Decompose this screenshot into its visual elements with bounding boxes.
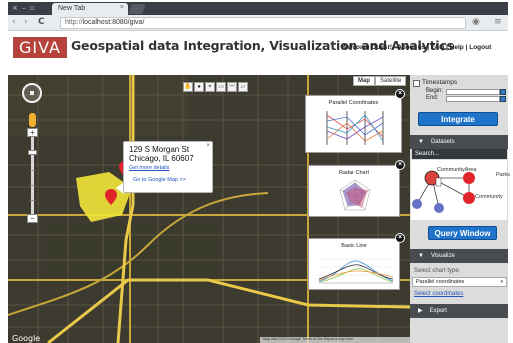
- zoom-out-button[interactable]: −: [27, 214, 38, 223]
- nav-separator: |: [446, 44, 448, 51]
- datasets-section-header[interactable]: ▼ Datasets: [410, 135, 508, 149]
- zoom-tick: [30, 185, 35, 186]
- reload-icon[interactable]: C: [38, 17, 45, 27]
- extension-icon[interactable]: ◉: [472, 17, 480, 27]
- get-more-details-link[interactable]: Get more details: [129, 165, 207, 171]
- end-date-input[interactable]: [446, 96, 500, 102]
- collapse-arrow-icon: ▼: [418, 139, 424, 145]
- back-icon[interactable]: ‹: [12, 17, 16, 27]
- section-title: Visualize: [430, 253, 455, 259]
- address-bar[interactable]: http://localhost:8080/giva/: [60, 17, 466, 29]
- export-section-header[interactable]: ▶ Export: [410, 304, 508, 318]
- timestamps-checkbox[interactable]: [413, 80, 420, 87]
- polyline-tool-icon[interactable]: 〰: [227, 82, 237, 92]
- chart-type-select[interactable]: Parallel coordinates ▾: [412, 277, 507, 287]
- end-label: End:: [426, 95, 439, 101]
- nav-separator: |: [427, 44, 430, 51]
- close-panel-icon[interactable]: ×: [395, 89, 405, 99]
- info-window-close-icon[interactable]: ×: [206, 143, 210, 149]
- zoom-tick: [30, 170, 35, 171]
- dataset-search-input[interactable]: Search...: [412, 149, 507, 159]
- close-panel-icon[interactable]: ×: [395, 160, 405, 170]
- section-title: Export: [429, 308, 447, 314]
- nav-separator: |: [465, 44, 468, 51]
- tab-title: New Tab: [58, 5, 86, 12]
- begin-date-input[interactable]: [446, 89, 500, 95]
- map-attribution: Map data ©2013 Google Terms of Use Repor…: [260, 337, 410, 343]
- tab-close-icon[interactable]: ×: [120, 4, 124, 11]
- begin-calendar-icon[interactable]: [500, 89, 506, 95]
- pan-control-icon[interactable]: [22, 83, 42, 103]
- street-view-pegman-icon[interactable]: [29, 113, 36, 127]
- collapse-arrow-icon: ▼: [418, 253, 424, 259]
- graph-label-communityarea: CommunityArea: [437, 167, 477, 173]
- begin-label: Begin:: [426, 88, 444, 94]
- integrate-button[interactable]: Integrate: [418, 112, 498, 126]
- visualize-section-header[interactable]: ▼ Visualize: [410, 249, 508, 263]
- zoom-tick: [30, 200, 35, 201]
- close-panel-icon[interactable]: ×: [395, 233, 405, 243]
- polygon-tool-icon[interactable]: ▱: [238, 82, 248, 92]
- url-scheme: http://: [65, 19, 83, 26]
- marker-tool-icon[interactable]: ●: [194, 82, 204, 92]
- panel-title: Basic Line: [341, 243, 367, 249]
- welcome-text: Welcome Guest!: [341, 44, 392, 51]
- nav-link-faq[interactable]: FAQ: [431, 44, 444, 51]
- map-info-window: 129 S Morgan St Chicago, IL 60607 Get mo…: [123, 141, 213, 193]
- drawing-toolbar: ✋ ● ⌖ ▭ 〰 ▱: [183, 82, 248, 92]
- url-host: localhost:8080/giva/: [82, 19, 145, 26]
- nav-link-logout[interactable]: Logout: [469, 44, 491, 51]
- dataset-graph[interactable]: CommunityArea Parks Community: [411, 160, 511, 220]
- map-type-satellite-button[interactable]: Satellite: [375, 76, 407, 86]
- window-controls[interactable]: × – ▫: [12, 4, 36, 12]
- parallel-coordinates-thumbnail: [326, 111, 384, 145]
- timestamps-label: Timestamps: [422, 79, 458, 86]
- zoom-slider-handle[interactable]: [28, 150, 37, 155]
- panel-title: Parallel Coordinates: [328, 100, 379, 106]
- giva-logo[interactable]: GIVA: [13, 37, 67, 58]
- google-logo[interactable]: Google: [12, 334, 40, 343]
- radar-chart-thumbnail: [339, 179, 371, 211]
- map-type-control: Map Satellite: [353, 76, 407, 86]
- graph-label-parks: Parks: [496, 172, 511, 178]
- browser-menu-icon[interactable]: ≡: [494, 17, 502, 27]
- forward-icon[interactable]: ›: [24, 17, 28, 27]
- chart-type-label: Select chart type:: [414, 268, 461, 274]
- expand-arrow-icon: ▶: [418, 308, 423, 314]
- pan-tool-icon[interactable]: ✋: [183, 82, 193, 92]
- browser-tab[interactable]: New Tab ×: [52, 3, 128, 15]
- go-to-google-map-link[interactable]: Go to Google Map >>: [129, 177, 207, 183]
- user-nav: Welcome Guest! About us | FAQ | Help | L…: [341, 44, 491, 51]
- parallel-coordinates-panel: Parallel Coordinates: [305, 95, 402, 153]
- zoom-in-button[interactable]: +: [27, 128, 38, 137]
- graph-label-community: Community: [475, 194, 503, 200]
- info-address-line2: Chicago, IL 60607: [129, 154, 194, 163]
- map-type-map-button[interactable]: Map: [353, 76, 375, 86]
- circle-tool-icon[interactable]: ⌖: [205, 82, 215, 92]
- nav-link-about[interactable]: About us: [397, 44, 425, 51]
- panel-title: Radar Chart: [339, 170, 369, 176]
- zoom-slider-track[interactable]: [31, 132, 34, 220]
- radar-chart-panel: Radar Chart: [308, 165, 400, 217]
- chevron-down-icon: ▾: [500, 279, 503, 285]
- basic-line-thumbnail: [318, 258, 394, 284]
- info-address-line1: 129 S Morgan St: [129, 145, 190, 154]
- rectangle-tool-icon[interactable]: ▭: [216, 82, 226, 92]
- select-coordinates-link[interactable]: Select coordinates: [414, 291, 463, 297]
- nav-link-help[interactable]: Help: [450, 44, 464, 51]
- end-calendar-icon[interactable]: [500, 96, 506, 102]
- chart-type-value: Parallel coordinates: [416, 279, 465, 285]
- query-window-button[interactable]: Query Window: [428, 226, 497, 240]
- basic-line-panel: Basic Line: [308, 238, 400, 290]
- section-title: Datasets: [430, 139, 455, 145]
